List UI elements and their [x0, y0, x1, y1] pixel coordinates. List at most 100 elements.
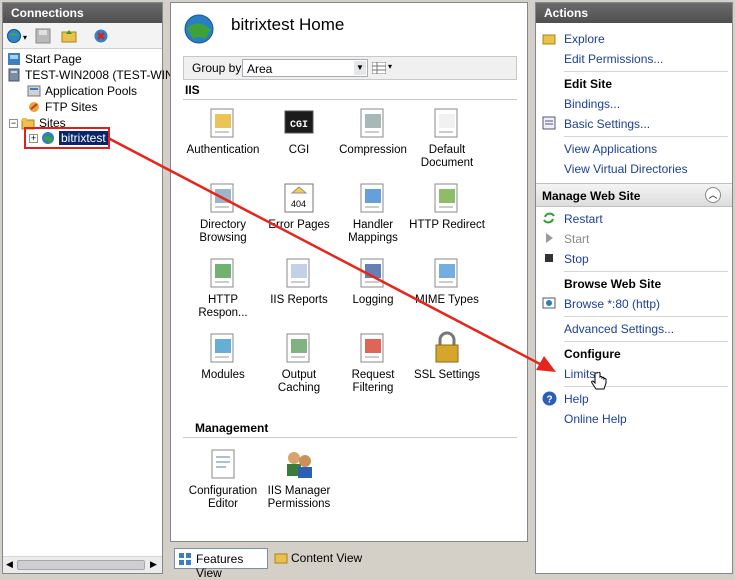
group-by-select[interactable]: Area ▼	[242, 59, 368, 77]
feature-label: HTTP Redirect	[409, 219, 485, 231]
start-link[interactable]: Start	[564, 232, 589, 246]
globe-icon	[42, 132, 54, 144]
logging-icon	[356, 256, 390, 290]
feature-label: Modules	[201, 369, 245, 381]
stop-link[interactable]: Stop	[564, 252, 589, 266]
basic-settings-icon	[542, 116, 556, 130]
http-redirect-icon	[430, 181, 464, 215]
group-by-value: Area	[247, 62, 273, 76]
collapse-up-icon[interactable]: ︿	[705, 187, 721, 203]
online-help-link[interactable]: Online Help	[564, 412, 627, 426]
divider	[564, 71, 728, 72]
divider	[183, 437, 517, 438]
scroll-thumb[interactable]	[17, 560, 145, 570]
feature-http-redirect[interactable]: HTTP Redirect	[409, 181, 485, 232]
feature-label: Request Filtering	[351, 369, 395, 394]
tree-start-page[interactable]: Start Page	[7, 51, 82, 67]
browse-web-site-heading: Browse Web Site	[564, 277, 662, 291]
collapse-icon[interactable]: −	[9, 118, 18, 128]
feature-iis-manager-permissions[interactable]: IIS Manager Permissions	[261, 447, 337, 511]
feature-compression[interactable]: Compression	[335, 106, 411, 157]
expand-icon[interactable]: +	[29, 133, 38, 143]
feature-label: Authentication	[186, 144, 260, 156]
help-link[interactable]: Help	[564, 392, 589, 406]
feature-label: SSL Settings	[413, 369, 481, 381]
horizontal-scrollbar[interactable]: ◀ ▶	[3, 556, 162, 573]
feature-label: Configuration Editor	[188, 485, 258, 510]
edit-permissions-link[interactable]: Edit Permissions...	[564, 52, 663, 66]
feature-handler-mappings[interactable]: Handler Mappings	[335, 181, 411, 245]
feature-output-caching[interactable]: Output Caching	[261, 331, 337, 395]
feature-label: Error Pages	[268, 219, 330, 231]
tree-app-pools[interactable]: Application Pools	[27, 83, 137, 99]
iis-manager-permissions-icon	[282, 447, 316, 481]
dropdown-arrow-icon[interactable]: ▾	[23, 33, 27, 42]
feature-label: CGI	[288, 144, 310, 156]
tree-label: TEST-WIN2008 (TEST-WIN	[25, 68, 174, 82]
feature-default-document[interactable]: Default Document	[409, 106, 485, 170]
handler-mappings-icon	[356, 181, 390, 215]
feature-http-response-headers[interactable]: HTTP Respon...	[185, 256, 261, 320]
feature-request-filtering[interactable]: Request Filtering	[335, 331, 411, 395]
feature-modules[interactable]: Modules	[185, 331, 261, 382]
divider	[564, 136, 728, 137]
bindings-link[interactable]: Bindings...	[564, 97, 620, 111]
features-view-icon	[179, 553, 191, 565]
save-icon[interactable]	[35, 28, 51, 44]
feature-label: MIME Types	[415, 294, 479, 306]
feature-directory-browsing[interactable]: Directory Browsing	[185, 181, 261, 245]
site-globe-icon	[184, 14, 214, 44]
chevron-down-icon[interactable]: ▼	[354, 61, 366, 75]
view-applications-link[interactable]: View Applications	[564, 142, 657, 156]
disconnect-icon[interactable]	[93, 28, 109, 44]
tree-site-bitrixtest[interactable]: + bitrixtest	[29, 130, 108, 146]
cgi-icon: CGI	[282, 106, 316, 140]
feature-mime-types[interactable]: MIME Types	[409, 256, 485, 307]
tree-label: Application Pools	[45, 84, 138, 98]
output-caching-icon	[282, 331, 316, 365]
restart-link[interactable]: Restart	[564, 212, 603, 226]
directory-browsing-icon	[206, 181, 240, 215]
view-virtual-directories-link[interactable]: View Virtual Directories	[564, 162, 688, 176]
divider	[183, 99, 517, 100]
view-dropdown-icon[interactable]: ▾	[388, 62, 392, 71]
view-mode-icon[interactable]	[372, 62, 386, 74]
manage-web-site-header[interactable]: Manage Web Site ︿	[536, 183, 732, 207]
features-view-label: Features View	[196, 552, 244, 580]
connections-title: Connections	[3, 3, 162, 23]
server-icon	[8, 68, 20, 82]
feature-label: Directory Browsing	[199, 219, 247, 244]
help-icon: ?	[542, 391, 557, 406]
features-view-tab[interactable]: Features View	[174, 548, 268, 580]
basic-settings-link[interactable]: Basic Settings...	[564, 117, 650, 131]
feature-error-pages[interactable]: 404 Error Pages	[261, 181, 337, 232]
tree-server[interactable]: TEST-WIN2008 (TEST-WIN	[7, 67, 174, 83]
request-filtering-icon	[356, 331, 390, 365]
content-view-label: Content View	[291, 551, 363, 565]
feature-iis-reports[interactable]: IIS Reports	[261, 256, 337, 307]
tree-ftp-sites[interactable]: FTP Sites	[27, 99, 97, 115]
connections-pane: Connections ▾ Start Page TEST-WIN2008 (T…	[2, 2, 174, 574]
browse-icon	[542, 297, 556, 309]
feature-configuration-editor[interactable]: Configuration Editor	[185, 447, 261, 511]
scroll-right-icon[interactable]: ▶	[150, 559, 157, 570]
content-view-tab[interactable]: Content View	[272, 548, 368, 569]
feature-ssl-settings[interactable]: SSL Settings	[409, 331, 485, 382]
feature-label: Compression	[339, 144, 407, 156]
divider	[564, 316, 728, 317]
browse-80-link[interactable]: Browse *:80 (http)	[564, 297, 660, 311]
scroll-left-icon[interactable]: ◀	[6, 559, 13, 570]
explore-link[interactable]: Explore	[564, 32, 605, 46]
iis-reports-icon	[282, 256, 316, 290]
compression-icon	[356, 106, 390, 140]
feature-cgi[interactable]: CGI CGI	[261, 106, 337, 157]
feature-logging[interactable]: Logging	[335, 256, 411, 307]
advanced-settings-link[interactable]: Advanced Settings...	[564, 322, 674, 336]
feature-authentication[interactable]: Authentication	[185, 106, 261, 157]
mime-types-icon	[430, 256, 464, 290]
globe-connect-icon[interactable]	[6, 28, 22, 44]
folder-up-icon[interactable]	[61, 28, 77, 44]
features-pane: bitrixtest Home Group by: Area ▼ ▾ IIS A…	[170, 2, 528, 542]
tree-label-selected: bitrixtest	[59, 131, 108, 145]
divider	[564, 386, 728, 387]
